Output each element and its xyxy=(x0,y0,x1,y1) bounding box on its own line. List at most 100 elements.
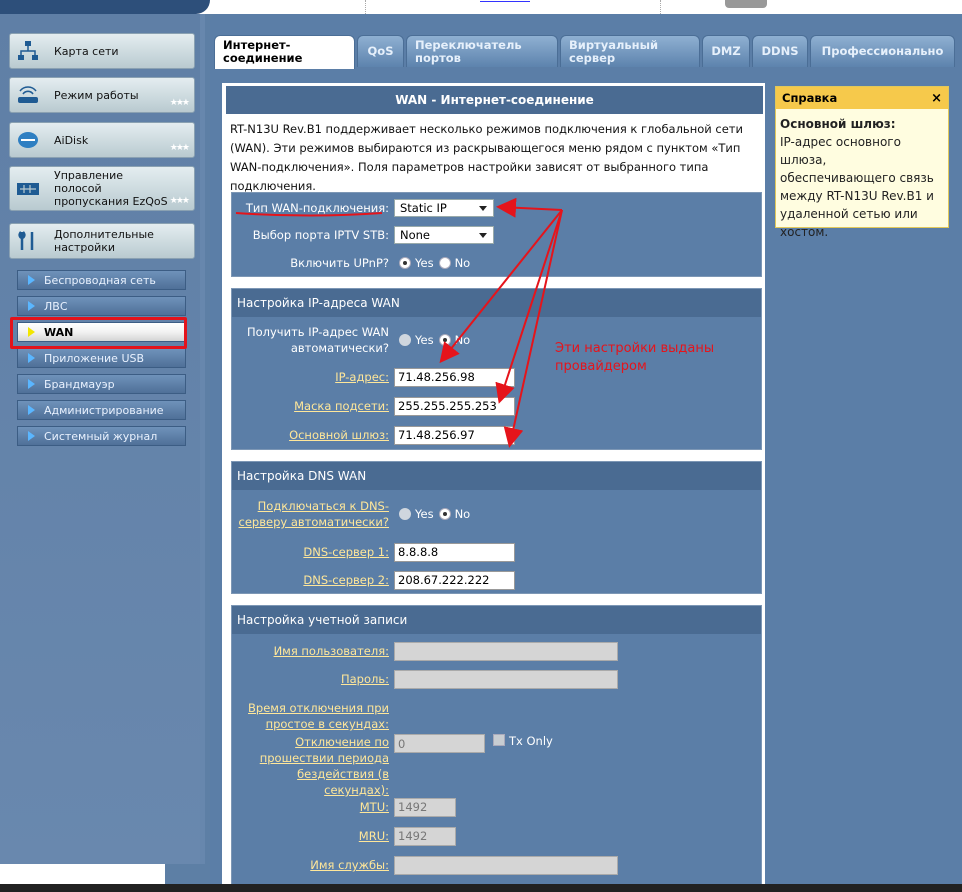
tab-label: Интернет-соединение xyxy=(223,38,303,65)
mtu-label: MTU: xyxy=(359,800,389,814)
tab-dmz[interactable]: DMZ xyxy=(702,35,750,67)
gateway-input[interactable]: 71.48.256.97 xyxy=(394,425,515,445)
radio-label: Yes xyxy=(415,507,434,521)
username-input[interactable] xyxy=(394,641,618,661)
chevron-down-icon xyxy=(479,232,487,238)
wan-type-label: Тип WAN-подключения: xyxy=(245,201,389,215)
section-title: Настройка IP-адреса WAN xyxy=(232,289,761,317)
dns2-row: DNS-сервер 2: 208.67.222.222 xyxy=(232,569,761,591)
mru-label: MRU: xyxy=(358,829,389,843)
tab-label: QoS xyxy=(367,44,394,58)
idle-row: Время отключения при простое в секундах: xyxy=(232,698,761,734)
router-icon xyxy=(10,80,46,110)
ip-auto-no-radio[interactable] xyxy=(438,334,451,346)
menu-network-map[interactable]: Карта сети xyxy=(9,33,195,69)
section-title: Настройка DNS WAN xyxy=(232,462,761,490)
subitem-label: Системный журнал xyxy=(44,429,158,443)
arrow-icon xyxy=(28,301,35,311)
password-input[interactable] xyxy=(394,669,618,689)
subitem-syslog[interactable]: Системный журнал xyxy=(17,426,186,446)
tab-label: Виртуальный сервер xyxy=(569,38,659,65)
intro-text: RT-N13U Rev.B1 поддерживает несколько ре… xyxy=(230,122,743,193)
mask-label: Маска подсети: xyxy=(294,399,389,413)
radio-label: Yes xyxy=(415,256,434,270)
gateway-label: Основной шлюз: xyxy=(289,428,389,442)
mru-input[interactable]: 1492 xyxy=(394,826,456,846)
tab-qos[interactable]: QoS xyxy=(357,35,404,67)
stars-icon: ★★★ xyxy=(169,143,190,153)
subitem-label: ЛВС xyxy=(44,299,68,313)
top-corner xyxy=(0,0,210,14)
tab-internet[interactable]: Интернет-соединение xyxy=(214,35,355,69)
taskbar-strip xyxy=(0,884,962,892)
upnp-no-radio[interactable] xyxy=(438,257,451,269)
dns1-input[interactable]: 8.8.8.8 xyxy=(394,542,515,562)
dns-auto-no-radio[interactable] xyxy=(438,508,451,520)
menu-ezqos[interactable]: Управление полосой пропускания EzQoS ★★★ xyxy=(9,166,195,211)
page-title: WAN - Интернет-соединение xyxy=(226,86,763,114)
divider xyxy=(660,0,661,14)
stars-icon: ★★★ xyxy=(169,196,190,206)
dns2-label: DNS-сервер 2: xyxy=(303,573,389,587)
iptv-select[interactable]: None xyxy=(394,226,494,244)
dns-auto-row: Подключаться к DNS-серверу автоматически… xyxy=(232,496,761,532)
username-row: Имя пользователя: xyxy=(232,640,761,662)
close-icon[interactable]: × xyxy=(931,91,942,106)
menu-operation-mode[interactable]: Режим работы ★★★ xyxy=(9,77,195,113)
disk-icon xyxy=(10,125,46,155)
radio-label: No xyxy=(454,507,471,521)
tab-professional[interactable]: Профессионально xyxy=(810,35,955,67)
select-value: None xyxy=(400,228,431,242)
mtu-input[interactable]: 1492 xyxy=(394,797,456,817)
menu-advanced[interactable]: Дополнительные настройки xyxy=(9,223,195,259)
mask-row: Маска подсети: 255.255.255.253 xyxy=(232,395,761,417)
menu-label: Режим работы xyxy=(54,88,139,102)
subitem-firewall[interactable]: Брандмауэр xyxy=(17,374,186,394)
subitem-lan[interactable]: ЛВС xyxy=(17,296,186,316)
network-map-icon xyxy=(10,36,46,66)
tab-port-switch[interactable]: Переключатель портов xyxy=(406,35,558,67)
ip-auto-yes-radio[interactable] xyxy=(399,334,411,346)
annotation-text: Эти настройки выданы провайдером xyxy=(555,341,715,374)
subitem-label: Брандмауэр xyxy=(44,377,115,391)
menu-label: Карта сети xyxy=(54,44,119,58)
subitem-label: Беспроводная сеть xyxy=(44,273,156,287)
top-strip xyxy=(0,0,962,14)
ip-label: IP-адрес: xyxy=(335,370,389,384)
top-link[interactable] xyxy=(480,0,530,2)
subitem-wireless[interactable]: Беспроводная сеть xyxy=(17,270,186,290)
help-panel: Справка × Основной шлюз: IP-адрес основн… xyxy=(775,86,949,239)
upnp-yes-radio[interactable] xyxy=(399,257,411,269)
highlight-box xyxy=(10,317,187,349)
ip-auto-label: Получить IP-адрес WAN автоматически? xyxy=(246,325,389,355)
service-name-input[interactable] xyxy=(394,855,618,875)
tab-virtual-server[interactable]: Виртуальный сервер xyxy=(560,35,700,67)
menu-aidisk[interactable]: AiDisk ★★★ xyxy=(9,122,195,158)
tab-label: Переключатель портов xyxy=(415,38,522,65)
dns-auto-yes-radio[interactable] xyxy=(399,508,411,520)
idle-timeout-input[interactable]: 0 xyxy=(394,734,485,753)
bandwidth-icon xyxy=(10,174,46,204)
service-row: Имя службы: xyxy=(232,854,761,876)
radio-label: No xyxy=(454,256,471,270)
idle-label: Время отключения при простое в секундах: xyxy=(248,701,389,731)
tab-ddns[interactable]: DDNS xyxy=(752,35,808,67)
tx-only-checkbox[interactable] xyxy=(493,734,505,746)
mtu-row: MTU: 1492 xyxy=(232,796,761,818)
radio-label: No xyxy=(454,333,471,347)
dns1-label: DNS-сервер 1: xyxy=(303,545,389,559)
arrow-icon xyxy=(28,353,35,363)
arrow-icon xyxy=(28,275,35,285)
top-button[interactable] xyxy=(725,0,767,8)
dns2-input[interactable]: 208.67.222.222 xyxy=(394,570,515,590)
divider xyxy=(365,0,366,14)
subitem-usb[interactable]: Приложение USB xyxy=(17,348,186,368)
wan-type-section: Тип WAN-подключения: Static IP Выбор пор… xyxy=(231,192,762,277)
wan-type-select[interactable]: Static IP xyxy=(394,199,494,217)
radio-label: Yes xyxy=(415,333,434,347)
subnet-mask-input[interactable]: 255.255.255.253 xyxy=(394,396,515,416)
arrow-icon xyxy=(28,405,35,415)
menu-label: Дополнительные настройки xyxy=(54,228,154,254)
ip-address-input[interactable]: 71.48.256.98 xyxy=(394,367,515,387)
subitem-admin[interactable]: Администрирование xyxy=(17,400,186,420)
